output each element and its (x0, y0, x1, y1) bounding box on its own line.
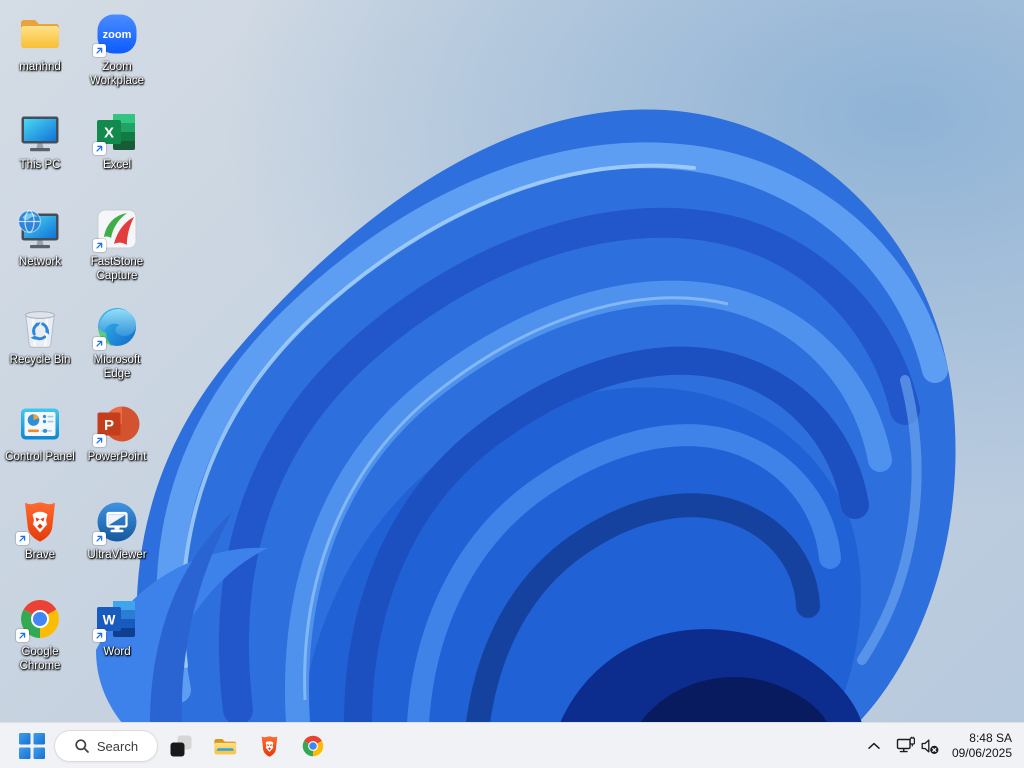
chrome-button[interactable] (299, 732, 327, 760)
desktop-icon-recycle-bin[interactable]: Recycle Bin (1, 303, 79, 399)
desktop-icon-label: This PC (19, 159, 61, 171)
desktop-icon-faststone-capture[interactable]: FastStone Capture (78, 205, 156, 301)
desktop-icon-label: Google Chrome (19, 646, 61, 672)
shortcut-arrow-icon (93, 532, 106, 545)
desktop-icon-label: Word (103, 646, 131, 658)
network-icon (16, 205, 64, 253)
system-tray: 8:48 SA 09/06/2025 (862, 723, 1024, 768)
desktop-icon-network[interactable]: Network (1, 205, 79, 301)
desktop-icon-label: Brave (24, 549, 56, 561)
desktop-icon-label: UltraViewer (87, 549, 147, 561)
tray-clock[interactable]: 8:48 SA 09/06/2025 (942, 731, 1012, 760)
desktop-icon-word[interactable]: W Word (78, 595, 156, 691)
tray-volume-button[interactable] (918, 732, 942, 760)
desktop-icon-label: manhnd (19, 61, 61, 73)
volume-muted-icon (921, 738, 939, 754)
desktop-icon-label: Zoom Workplace (89, 61, 145, 87)
desktop-icon-excel[interactable]: X Excel (78, 108, 156, 204)
search-icon (75, 739, 89, 753)
faststone-icon (93, 205, 141, 253)
windows-desktop: manhnd zoom Zoom Workplace This PC X Exc… (0, 0, 1024, 768)
tray-network-button[interactable] (894, 732, 918, 760)
zoom-icon: zoom (93, 10, 141, 58)
brave-icon (16, 498, 64, 546)
chrome-icon (16, 595, 64, 643)
start-button[interactable] (18, 732, 46, 760)
powerpoint-icon: P (93, 400, 141, 448)
desktop-icon-brave[interactable]: Brave (1, 498, 79, 594)
desktop-icon-label: Network (18, 256, 62, 268)
desktop-icon-label: PowerPoint (87, 451, 147, 463)
svg-text:P: P (104, 417, 114, 434)
desktop-icon-microsoft-edge[interactable]: Microsoft Edge (78, 303, 156, 399)
desktop-icon-ultraviewer[interactable]: UltraViewer (78, 498, 156, 594)
ultraviewer-icon (93, 498, 141, 546)
taskbar-search[interactable]: Search (54, 730, 158, 762)
shortcut-arrow-icon (93, 337, 106, 350)
tray-chevron-button[interactable] (862, 732, 886, 760)
desktop-icon-manhnd[interactable]: manhnd (1, 10, 79, 106)
desktop-icon-google-chrome[interactable]: Google Chrome (1, 595, 79, 691)
desktop-icon-label: FastStone Capture (90, 256, 144, 282)
desktop-icon-label: Microsoft Edge (93, 354, 141, 380)
desktop-icon-label: Excel (102, 159, 132, 171)
chevron-up-icon (868, 742, 880, 749)
shortcut-arrow-icon (93, 629, 106, 642)
file-explorer-button[interactable] (211, 732, 239, 760)
taskbar: Search 8:48 SA 09/06/2025 (0, 722, 1024, 768)
desktop-icon-this-pc[interactable]: This PC (1, 108, 79, 204)
tray-date: 09/06/2025 (951, 745, 1012, 760)
excel-icon: X (93, 108, 141, 156)
desktop-icon-powerpoint[interactable]: P PowerPoint (78, 400, 156, 496)
edge-icon (93, 303, 141, 351)
shortcut-arrow-icon (93, 142, 106, 155)
shortcut-arrow-icon (16, 629, 29, 642)
svg-text:W: W (103, 613, 116, 628)
shortcut-arrow-icon (93, 239, 106, 252)
task-view-icon (170, 735, 192, 757)
svg-text:X: X (104, 125, 114, 142)
desktop-icon-zoom-workplace[interactable]: zoom Zoom Workplace (78, 10, 156, 106)
shortcut-arrow-icon (93, 44, 106, 57)
recycle-bin-icon (16, 303, 64, 351)
tray-time: 8:48 SA (969, 731, 1012, 745)
task-view-button[interactable] (167, 732, 195, 760)
desktop-icon-label: Recycle Bin (9, 354, 71, 366)
chrome-taskbar-icon (302, 735, 324, 757)
shortcut-arrow-icon (93, 434, 106, 447)
windows-start-icon (19, 733, 45, 759)
search-label: Search (96, 738, 139, 754)
folder-icon (16, 10, 64, 58)
control-panel-icon (16, 400, 64, 448)
desktop-icon-control-panel[interactable]: Control Panel (1, 400, 79, 496)
this-pc-icon (16, 108, 64, 156)
shortcut-arrow-icon (16, 532, 29, 545)
brave-button[interactable] (255, 732, 283, 760)
file-explorer-icon (213, 738, 236, 754)
network-ethernet-icon (896, 736, 915, 752)
word-icon: W (93, 595, 141, 643)
desktop-icon-label: Control Panel (5, 451, 75, 463)
brave-taskbar-icon (261, 735, 277, 757)
svg-text:zoom: zoom (103, 29, 132, 41)
